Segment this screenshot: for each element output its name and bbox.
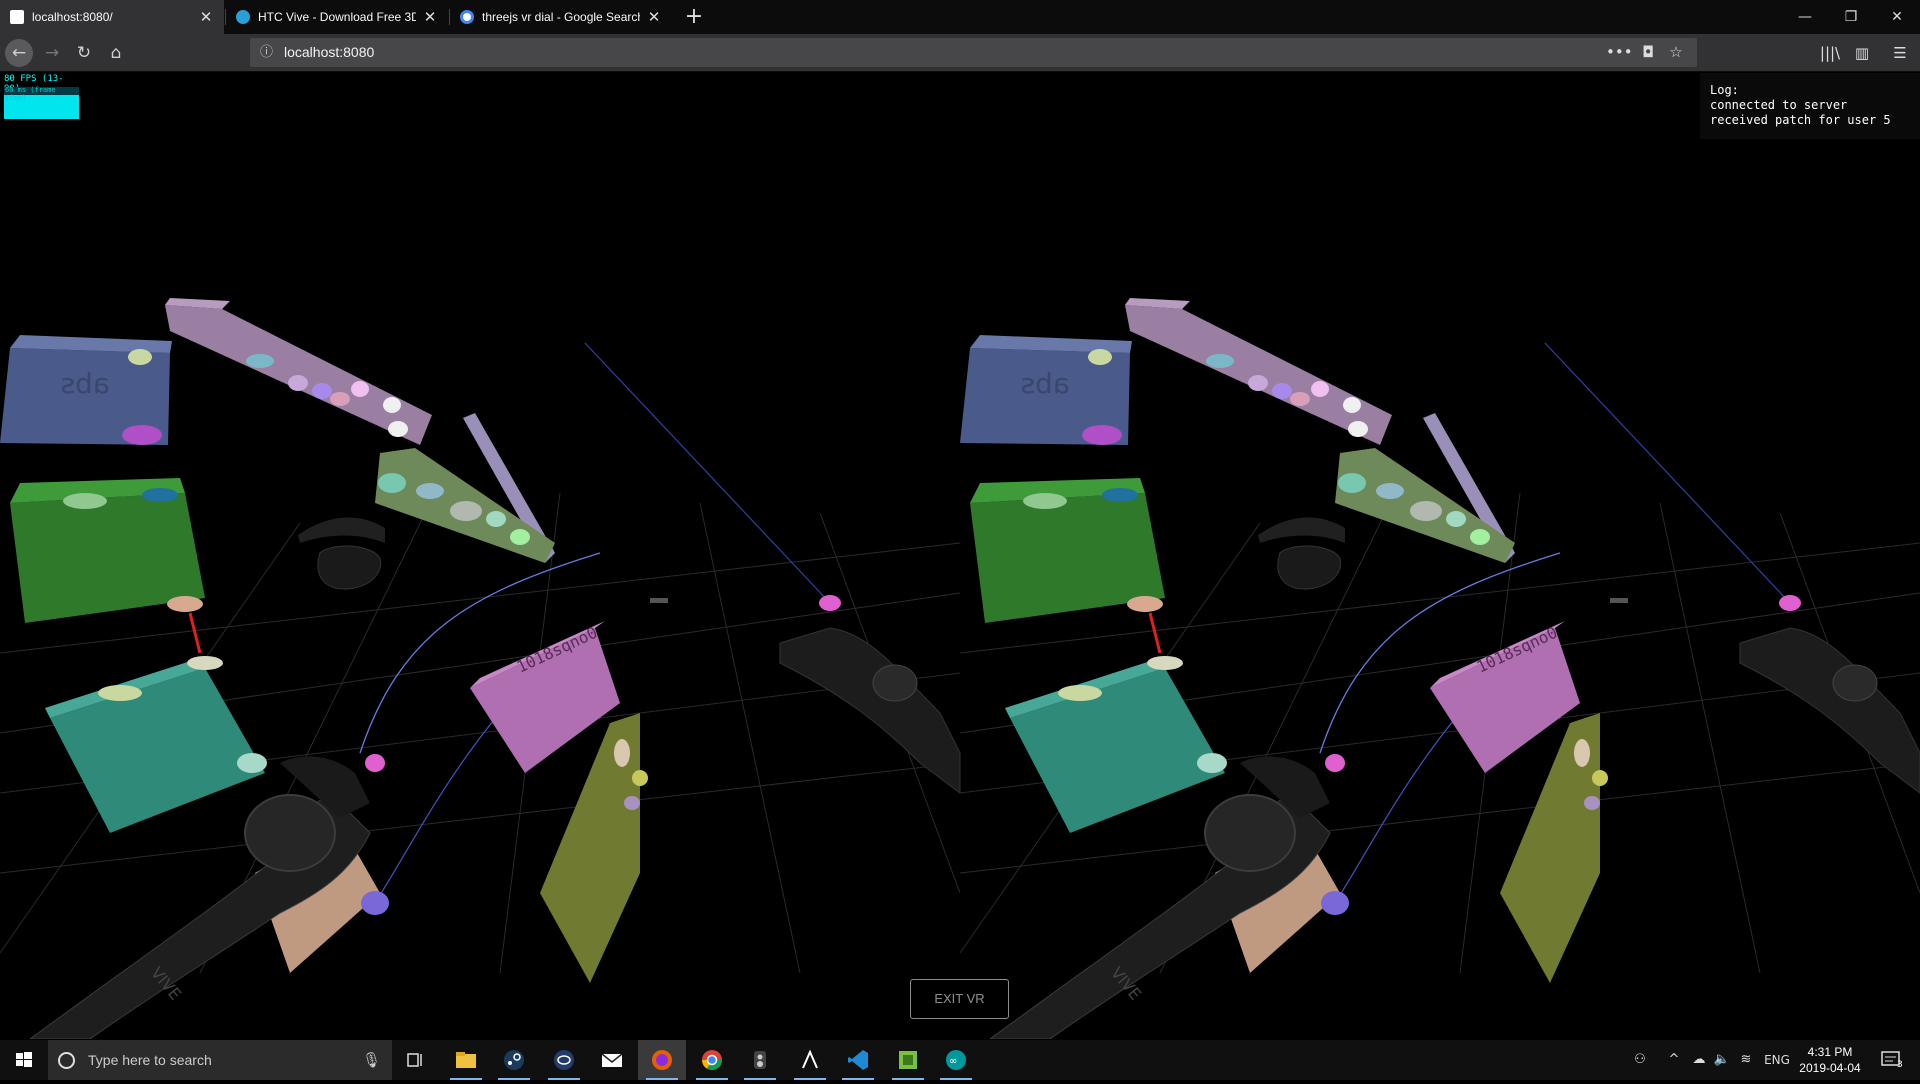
cortana-icon bbox=[58, 1052, 75, 1069]
tab-title: threejs vr dial - Google Search bbox=[482, 10, 640, 24]
url-text[interactable]: localhost:8080 bbox=[284, 38, 374, 67]
navigation-toolbar: ← → ↻ ⌂ ⓘ localhost:8080 ••• ◘ ☆ |||\ ▥ … bbox=[0, 34, 1920, 72]
vr-scene-canvas[interactable]: abs bbox=[0, 73, 1920, 1039]
volume-icon[interactable]: 🔈 bbox=[1712, 1040, 1732, 1080]
language-indicator[interactable]: ENG bbox=[1760, 1040, 1794, 1080]
task-view-icon[interactable] bbox=[392, 1040, 440, 1080]
forward-arrow-icon[interactable]: → bbox=[38, 39, 66, 67]
sidebar-icon[interactable]: ▥ bbox=[1848, 39, 1876, 67]
chevron-up-icon[interactable]: ^ bbox=[1664, 1040, 1684, 1080]
log-line: received patch for user 5 bbox=[1710, 113, 1891, 127]
htc-favicon-icon bbox=[236, 10, 250, 24]
page-favicon-icon bbox=[10, 10, 24, 24]
vr-app-icon[interactable] bbox=[540, 1040, 588, 1080]
hamburger-menu-icon[interactable]: ☰ bbox=[1886, 39, 1914, 67]
log-line: connected to server bbox=[1710, 98, 1848, 112]
fps-stats-panel[interactable]: 80 FPS (13-90) 60 ms (frame time) bbox=[2, 73, 79, 119]
windows-start-icon[interactable] bbox=[0, 1040, 48, 1080]
new-tab-button[interactable]: + bbox=[680, 3, 708, 31]
url-bar[interactable]: ⓘ localhost:8080 ••• ◘ ☆ bbox=[250, 38, 1697, 67]
minimize-window-button[interactable]: — bbox=[1782, 0, 1828, 34]
close-window-button[interactable]: ✕ bbox=[1874, 0, 1920, 34]
log-title: Log: bbox=[1710, 83, 1739, 97]
notification-count: 3 bbox=[1897, 1060, 1903, 1070]
tab-bar: localhost:8080/ ✕ HTC Vive - Download Fr… bbox=[0, 0, 1920, 34]
microphone-icon[interactable]: 🎙 bbox=[362, 1040, 381, 1080]
log-panel: Log: connected to server received patch … bbox=[1700, 73, 1920, 139]
vscode-icon[interactable] bbox=[834, 1040, 882, 1080]
fps-subtext: 60 ms (frame time) bbox=[5, 86, 56, 102]
google-favicon-icon bbox=[460, 10, 474, 24]
tab-google-search[interactable]: threejs vr dial - Google Search ✕ bbox=[450, 0, 672, 34]
steam-icon[interactable] bbox=[490, 1040, 538, 1080]
tab-title: localhost:8080/ bbox=[32, 10, 113, 24]
onedrive-icon[interactable]: ☁ bbox=[1688, 1040, 1710, 1080]
home-icon[interactable]: ⌂ bbox=[102, 39, 130, 67]
more-icon[interactable]: ••• bbox=[1606, 38, 1633, 67]
clock-date: 2019-04-04 bbox=[1799, 1061, 1861, 1075]
arduino-icon[interactable]: ∞ bbox=[932, 1040, 980, 1080]
windows-taskbar: Type here to search 🎙 ∞ ⚇ ^ ☁ 🔈 ≋ ENG 4:… bbox=[0, 1040, 1920, 1080]
image-app-icon[interactable] bbox=[884, 1040, 932, 1080]
restore-window-button[interactable]: ❐ bbox=[1828, 0, 1874, 34]
reload-icon[interactable]: ↻ bbox=[70, 39, 98, 67]
search-placeholder: Type here to search bbox=[88, 1052, 212, 1068]
clock-time: 4:31 PM bbox=[1807, 1045, 1853, 1059]
close-tab-icon[interactable]: ✕ bbox=[422, 8, 438, 26]
taskbar-search-box[interactable]: Type here to search 🎙 bbox=[48, 1040, 392, 1080]
tab-htc-vive[interactable]: HTC Vive - Download Free 3D m ✕ bbox=[226, 0, 448, 34]
close-tab-icon[interactable]: ✕ bbox=[646, 8, 662, 26]
library-icon[interactable]: |||\ bbox=[1816, 39, 1844, 67]
wifi-icon[interactable]: ≋ bbox=[1736, 1040, 1756, 1080]
arduino-ide-icon[interactable] bbox=[786, 1040, 834, 1080]
mail-icon[interactable] bbox=[588, 1040, 636, 1080]
back-arrow-icon[interactable]: ← bbox=[5, 39, 33, 67]
info-icon[interactable]: ⓘ bbox=[260, 38, 273, 67]
file-explorer-icon[interactable] bbox=[442, 1040, 490, 1080]
star-icon[interactable]: ☆ bbox=[1664, 38, 1688, 67]
svg-text:∞: ∞ bbox=[949, 1056, 957, 1067]
clock[interactable]: 4:31 PM 2019-04-04 bbox=[1790, 1044, 1870, 1076]
webvr-page: abs bbox=[0, 73, 1920, 1039]
tab-localhost[interactable]: localhost:8080/ ✕ bbox=[0, 0, 224, 34]
chrome-icon[interactable] bbox=[688, 1040, 736, 1080]
tab-title: HTC Vive - Download Free 3D m bbox=[258, 10, 416, 24]
audio-app-icon[interactable] bbox=[736, 1040, 784, 1080]
people-icon[interactable]: ⚇ bbox=[1628, 1040, 1652, 1080]
action-center-icon[interactable]: 3 bbox=[1872, 1040, 1912, 1080]
close-tab-icon[interactable]: ✕ bbox=[198, 8, 214, 26]
exit-vr-button[interactable]: EXIT VR bbox=[910, 979, 1009, 1019]
pocket-icon[interactable]: ◘ bbox=[1636, 38, 1660, 67]
firefox-icon[interactable] bbox=[638, 1040, 686, 1080]
